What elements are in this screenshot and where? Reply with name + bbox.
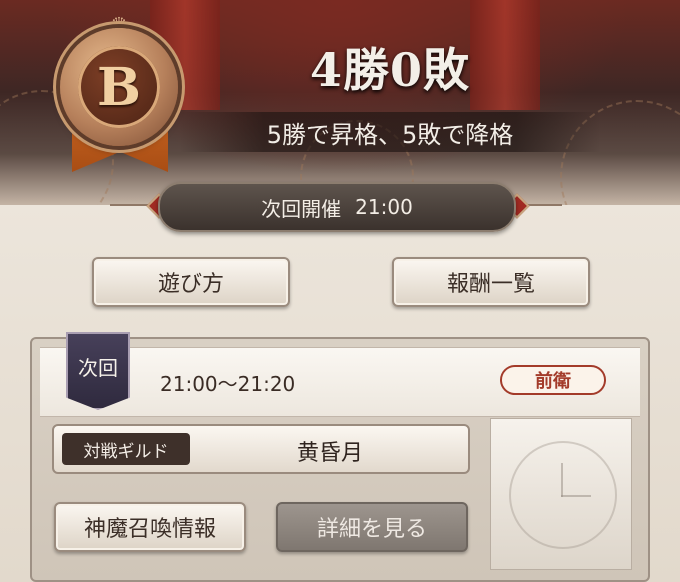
how-to-play-button[interactable]: 遊び方 (92, 257, 290, 307)
role-badge: 前衛 (500, 365, 606, 395)
view-details-label: 詳細を見る (316, 517, 427, 542)
summon-info-label: 神魔召喚情報 (83, 517, 216, 542)
rank-emblem-inner: B (78, 46, 160, 128)
promotion-rule-text: 5勝で昇格、5敗で降格 (266, 120, 514, 149)
next-session-time: 21:00 (355, 195, 413, 219)
next-session-bar: 次回開催 21:00 (158, 182, 516, 232)
rewards-list-label: 報酬一覧 (446, 272, 535, 297)
win-loss-record: 4勝0敗 (309, 43, 470, 97)
summon-info-button[interactable]: 神魔召喚情報 (54, 502, 246, 552)
next-flag-label: 次回 (78, 356, 118, 380)
rewards-list-button[interactable]: 報酬一覧 (392, 257, 590, 307)
guild-emblem-placeholder (490, 418, 632, 570)
opponent-guild-tag-label: 対戦ギルド (83, 441, 169, 462)
next-flag: 次回 (66, 332, 130, 410)
rank-letter: B (97, 56, 141, 118)
role-badge-label: 前衛 (535, 371, 571, 392)
promotion-rule: 5勝で昇格、5敗で降格 (180, 112, 600, 152)
match-time-range: 21:00～21:20 (160, 372, 296, 396)
next-session-label: 次回開催 (261, 196, 342, 221)
opponent-guild-name: 黄昏月 (296, 441, 363, 466)
clock-icon (509, 441, 617, 549)
rank-emblem: B (60, 28, 178, 146)
view-details-button[interactable]: 詳細を見る (276, 502, 468, 552)
how-to-play-label: 遊び方 (157, 272, 224, 297)
opponent-guild-tag: 対戦ギルド (62, 433, 190, 465)
